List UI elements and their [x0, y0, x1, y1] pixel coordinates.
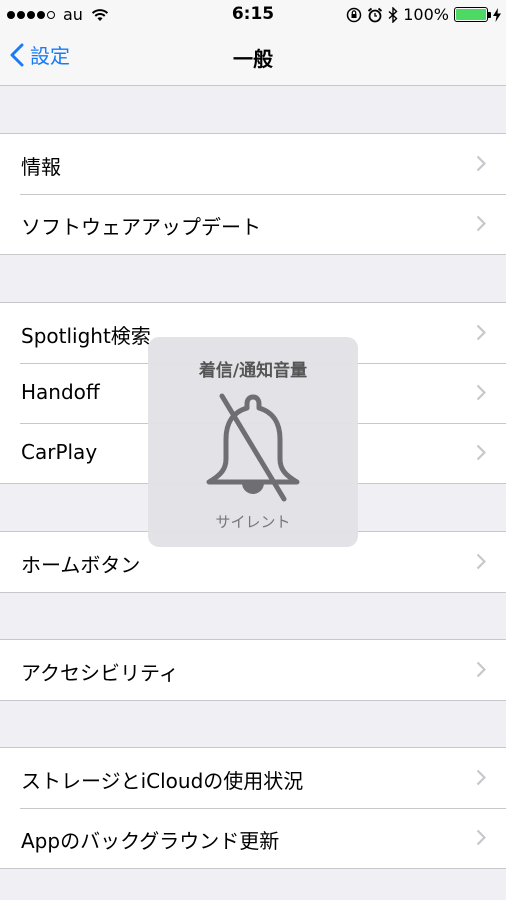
- battery-icon: [454, 7, 491, 22]
- row-label: ソフトウェアアップデート: [21, 215, 261, 239]
- settings-row-accessibility[interactable]: アクセシビリティ: [0, 640, 506, 700]
- row-label: Appのバックグラウンド更新: [21, 829, 280, 853]
- hud-title: 着信/通知音量: [198, 361, 308, 381]
- settings-row-software-update[interactable]: ソフトウェアアップデート: [0, 194, 506, 254]
- bluetooth-icon: [388, 6, 398, 23]
- chevron-right-icon: [476, 661, 486, 678]
- battery-tip: [488, 12, 491, 18]
- row-label: CarPlay: [21, 440, 98, 464]
- chevron-right-icon: [476, 384, 486, 401]
- page-title: 一般: [233, 47, 273, 71]
- row-label: Handoff: [21, 380, 100, 404]
- row-label: Spotlight検索: [21, 324, 151, 348]
- chevron-right-icon: [476, 215, 486, 232]
- hud-subtitle: サイレント: [215, 513, 291, 531]
- chevron-right-icon: [476, 769, 486, 786]
- row-label: 情報: [21, 155, 61, 179]
- chevron-right-icon: [476, 829, 486, 846]
- chevron-right-icon: [476, 324, 486, 341]
- status-bar: au 6:15 100%: [0, 0, 506, 28]
- bell-muted-icon: [206, 393, 300, 502]
- charging-icon: [493, 7, 501, 22]
- chevron-right-icon: [476, 553, 486, 570]
- orientation-lock-icon: [347, 7, 362, 22]
- chevron-right-icon: [476, 155, 486, 172]
- settings-group-storage: ストレージとiCloudの使用状況 Appのバックグラウンド更新: [0, 747, 506, 869]
- battery-level: [456, 9, 486, 20]
- settings-group-accessibility: アクセシビリティ: [0, 639, 506, 701]
- battery-percentage: 100%: [403, 5, 449, 24]
- volume-hud: 着信/通知音量 サイレント: [148, 337, 358, 547]
- chevron-right-icon: [476, 444, 486, 461]
- navigation-bar: 設定 一般: [0, 28, 506, 86]
- row-label: ホームボタン: [21, 553, 141, 577]
- status-right: 100%: [346, 5, 501, 24]
- row-label: ストレージとiCloudの使用状況: [21, 769, 304, 793]
- settings-row-storage-icloud[interactable]: ストレージとiCloudの使用状況: [0, 748, 506, 808]
- settings-group-info: 情報 ソフトウェアアップデート: [0, 133, 506, 255]
- settings-row-background-refresh[interactable]: Appのバックグラウンド更新: [0, 808, 506, 868]
- alarm-icon: [368, 7, 383, 22]
- settings-row-about[interactable]: 情報: [0, 134, 506, 194]
- row-label: アクセシビリティ: [21, 661, 179, 685]
